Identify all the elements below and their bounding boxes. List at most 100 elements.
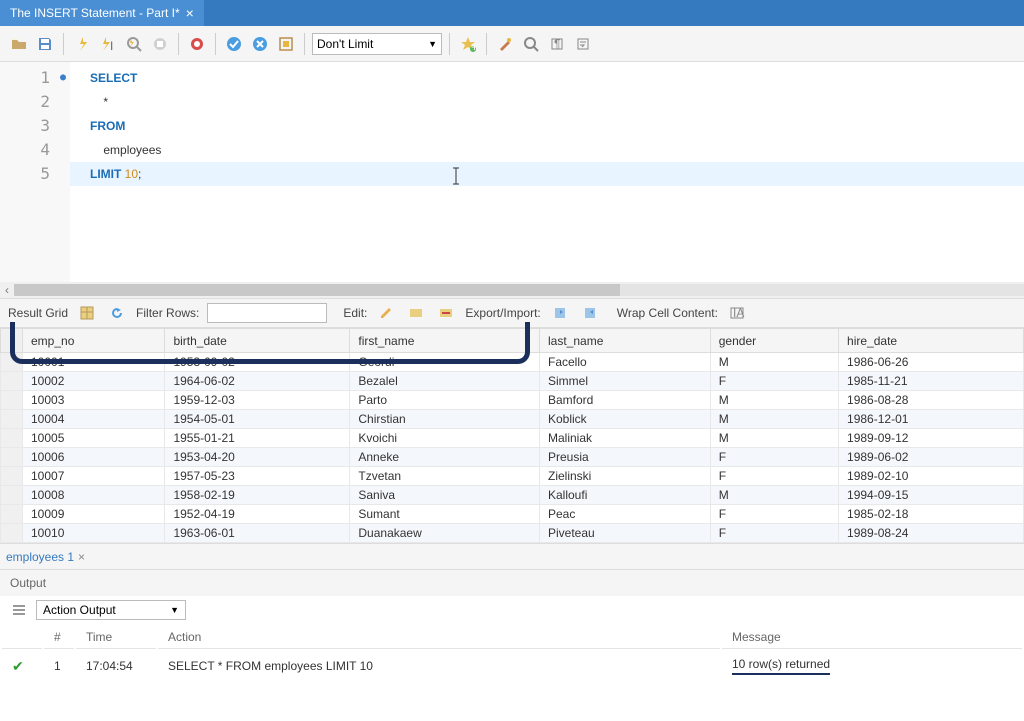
explain-icon[interactable] [123,33,145,55]
table-row[interactable]: 100051955-01-21KvoichiMaliniakM1989-09-1… [1,429,1024,448]
code-area[interactable]: SELECT * FROM employees LIMIT 10; [70,62,1024,282]
row-header[interactable] [1,429,23,448]
cell[interactable]: 10004 [23,410,165,429]
table-row[interactable]: 100021964-06-02BezalelSimmelF1985-11-21 [1,372,1024,391]
row-header[interactable] [1,486,23,505]
cell[interactable]: Kalloufi [540,486,711,505]
cell[interactable]: Piveteau [540,524,711,543]
cell[interactable]: F [710,372,838,391]
editor-tab[interactable]: The INSERT Statement - Part I* × [0,0,204,26]
refresh-icon[interactable] [106,302,128,324]
table-row[interactable]: 100061953-04-20AnnekePreusiaF1989-06-02 [1,448,1024,467]
execute-icon[interactable] [71,33,93,55]
cell[interactable]: Preusia [540,448,711,467]
import-icon[interactable] [579,302,601,324]
cell[interactable]: Simmel [540,372,711,391]
cell[interactable]: Maliniak [540,429,711,448]
open-file-icon[interactable] [8,33,30,55]
cell[interactable]: 1994-09-15 [839,486,1024,505]
cell[interactable]: Duanakaew [350,524,540,543]
cell[interactable]: 1963-06-01 [165,524,350,543]
cell[interactable]: 10007 [23,467,165,486]
stop-icon[interactable] [149,33,171,55]
delete-row-icon[interactable] [435,302,457,324]
commit-icon[interactable] [186,33,208,55]
cell[interactable]: Geordi [350,353,540,372]
cell[interactable]: 10003 [23,391,165,410]
editor-hscroll[interactable]: ‹ [0,282,1024,298]
column-header[interactable]: last_name [540,329,711,353]
action-row[interactable]: ✔ 1 17:04:54 SELECT * FROM employees LIM… [2,651,1022,681]
row-header[interactable] [1,391,23,410]
row-header[interactable] [1,505,23,524]
cell[interactable]: 1952-04-19 [165,505,350,524]
cell[interactable]: 1986-12-01 [839,410,1024,429]
table-row[interactable]: 100011953-09-02GeordiFacelloM1986-06-26 [1,353,1024,372]
cell[interactable]: M [710,353,838,372]
cell[interactable]: 1959-12-03 [165,391,350,410]
cell[interactable]: F [710,448,838,467]
cell[interactable]: Kvoichi [350,429,540,448]
cell[interactable]: Parto [350,391,540,410]
cell[interactable]: F [710,467,838,486]
scroll-thumb[interactable] [14,284,620,296]
autocommit-off-icon[interactable] [249,33,271,55]
cell[interactable]: 10005 [23,429,165,448]
table-row[interactable]: 100091952-04-19SumantPeacF1985-02-18 [1,505,1024,524]
table-row[interactable]: 100071957-05-23TzvetanZielinskiF1989-02-… [1,467,1024,486]
table-row[interactable]: 100081958-02-19SanivaKalloufiM1994-09-15 [1,486,1024,505]
cell[interactable]: 1989-02-10 [839,467,1024,486]
cell[interactable]: 1985-02-18 [839,505,1024,524]
add-row-icon[interactable] [405,302,427,324]
wrap-cell-icon[interactable]: IA [726,302,748,324]
limit-select[interactable]: Don't Limit ▼ [312,33,442,55]
result-grid[interactable]: emp_nobirth_datefirst_namelast_namegende… [0,328,1024,543]
cell[interactable]: Saniva [350,486,540,505]
column-header[interactable]: first_name [350,329,540,353]
cell[interactable]: Facello [540,353,711,372]
scroll-track[interactable] [14,284,1024,296]
close-icon[interactable]: × [186,5,194,21]
favorite-add-icon[interactable]: + [457,33,479,55]
cell[interactable]: Sumant [350,505,540,524]
beautify-icon[interactable] [494,33,516,55]
table-row[interactable]: 100031959-12-03PartoBamfordM1986-08-28 [1,391,1024,410]
export-icon[interactable] [549,302,571,324]
grid-view-icon[interactable] [76,302,98,324]
save-icon[interactable] [34,33,56,55]
result-tab[interactable]: employees 1 × [6,550,85,564]
cell[interactable]: F [710,524,838,543]
column-header[interactable]: hire_date [839,329,1024,353]
toggle-icon[interactable] [275,33,297,55]
cell[interactable]: M [710,410,838,429]
column-header[interactable]: gender [710,329,838,353]
sql-editor[interactable]: 1 2 3 4 5 SELECT * FROM employees LIMIT … [0,62,1024,282]
edit-row-icon[interactable] [375,302,397,324]
cell[interactable]: Peac [540,505,711,524]
cell[interactable]: M [710,429,838,448]
cell[interactable]: 10006 [23,448,165,467]
cell[interactable]: M [710,486,838,505]
row-header[interactable] [1,524,23,543]
filter-input[interactable] [207,303,327,323]
execute-current-icon[interactable]: I [97,33,119,55]
row-header[interactable] [1,448,23,467]
scroll-left-icon[interactable]: ‹ [0,283,14,297]
row-header[interactable] [1,410,23,429]
column-header[interactable]: birth_date [165,329,350,353]
cell[interactable]: 1986-06-26 [839,353,1024,372]
autocommit-on-icon[interactable] [223,33,245,55]
cell[interactable]: 1964-06-02 [165,372,350,391]
cell[interactable]: 1955-01-21 [165,429,350,448]
cell[interactable]: Tzvetan [350,467,540,486]
cell[interactable]: 1958-02-19 [165,486,350,505]
cell[interactable]: 1986-08-28 [839,391,1024,410]
cell[interactable]: 1953-09-02 [165,353,350,372]
table-row[interactable]: 100101963-06-01DuanakaewPiveteauF1989-08… [1,524,1024,543]
cell[interactable]: 1954-05-01 [165,410,350,429]
close-icon[interactable]: × [78,550,85,564]
cell[interactable]: 10001 [23,353,165,372]
cell[interactable]: Zielinski [540,467,711,486]
find-icon[interactable] [520,33,542,55]
output-list-icon[interactable] [8,599,30,621]
